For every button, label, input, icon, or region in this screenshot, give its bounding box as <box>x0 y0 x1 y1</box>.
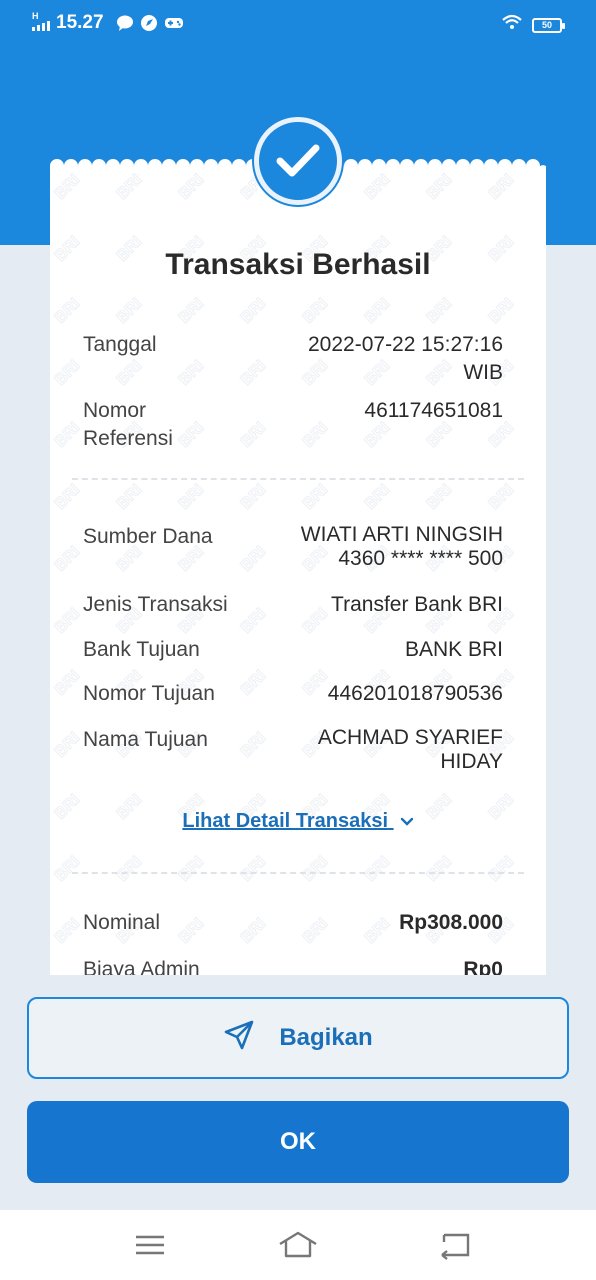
gamepad-icon <box>164 14 183 32</box>
nominal-value: Rp308.000 <box>399 911 503 934</box>
source-account: 4360 **** **** 500 <box>338 547 503 570</box>
share-label[interactable]: Bagikan <box>279 1024 372 1052</box>
status-time: 15.27 <box>56 12 104 33</box>
divider <box>72 872 524 874</box>
status-bar: H 15.27 50 <box>0 0 596 46</box>
reference-value: 461174651081 <box>364 399 503 422</box>
system-navigation-bar <box>0 1210 596 1280</box>
svg-text:BRI: BRI <box>52 729 84 761</box>
page-title: Transaksi Berhasil <box>165 248 431 281</box>
svg-text:BRI: BRI <box>52 481 84 513</box>
success-check-icon <box>254 117 342 205</box>
date-row: Tanggal 2022-07-22 15:27:16 WIB <box>83 331 503 387</box>
transaction-type-value: Transfer Bank BRI <box>331 593 503 616</box>
svg-text:BRI: BRI <box>300 481 332 513</box>
svg-text:BRI: BRI <box>114 295 146 327</box>
svg-text:BRI: BRI <box>424 171 456 203</box>
signal-icon: H <box>32 11 50 31</box>
svg-text:BRI: BRI <box>238 481 270 513</box>
svg-text:BRI: BRI <box>52 357 84 389</box>
svg-text:BRI: BRI <box>114 481 146 513</box>
chevron-down-icon[interactable] <box>400 810 414 833</box>
svg-text:BRI: BRI <box>52 543 84 575</box>
admin-fee-row: Biaya Admin Rp0 <box>83 956 503 975</box>
svg-text:BRI: BRI <box>176 853 208 885</box>
ok-label[interactable]: OK <box>280 1128 316 1156</box>
divider <box>72 478 524 480</box>
svg-text:BRI: BRI <box>176 295 208 327</box>
svg-text:BRI: BRI <box>424 481 456 513</box>
destination-name-line1: ACHMAD SYARIEF <box>317 726 503 749</box>
svg-text:BRI: BRI <box>176 481 208 513</box>
chat-bubble-icon <box>116 14 134 32</box>
svg-text:BRI: BRI <box>114 853 146 885</box>
svg-text:BRI: BRI <box>52 915 84 947</box>
svg-text:BRI: BRI <box>52 295 84 327</box>
svg-text:BRI: BRI <box>424 295 456 327</box>
home-icon[interactable] <box>278 1230 318 1260</box>
destination-number-value: 446201018790536 <box>327 682 503 705</box>
svg-text:BRI: BRI <box>300 295 332 327</box>
svg-text:BRI: BRI <box>114 171 146 203</box>
bank-value: BANK BRI <box>404 638 503 661</box>
view-detail-label[interactable]: Lihat Detail Transaksi <box>182 810 388 832</box>
bank-row: Bank Tujuan BANK BRI <box>83 636 503 664</box>
view-detail-link[interactable]: Lihat Detail Transaksi <box>50 810 546 833</box>
source-row: Sumber Dana WIATI ARTI NINGSIH 4360 ****… <box>83 523 503 573</box>
svg-text:BRI: BRI <box>238 853 270 885</box>
svg-text:BRI: BRI <box>362 171 394 203</box>
back-icon[interactable] <box>434 1230 474 1260</box>
svg-text:BRI: BRI <box>486 171 518 203</box>
send-icon[interactable] <box>223 1019 255 1058</box>
destination-name-row: Nama Tujuan ACHMAD SYARIEF HIDAY <box>83 726 503 776</box>
admin-fee-value: Rp0 <box>463 958 503 975</box>
battery-icon: 50 <box>532 17 565 33</box>
reference-row: Nomor Referensi 461174651081 <box>83 397 503 453</box>
share-button[interactable]: Bagikan <box>27 997 569 1079</box>
reference-label-line2: Referensi <box>83 427 173 450</box>
svg-text:BRI: BRI <box>176 171 208 203</box>
svg-text:BRI: BRI <box>52 171 84 203</box>
svg-text:BRI: BRI <box>362 481 394 513</box>
svg-text:BRI: BRI <box>52 853 84 885</box>
svg-text:BRI: BRI <box>238 295 270 327</box>
svg-text:BRI: BRI <box>486 481 518 513</box>
svg-text:BRI: BRI <box>362 295 394 327</box>
svg-text:BRI: BRI <box>486 853 518 885</box>
svg-text:BRI: BRI <box>486 295 518 327</box>
source-name: WIATI ARTI NINGSIH <box>300 523 503 546</box>
date-value: 2022-07-22 15:27:16 <box>308 333 503 356</box>
compass-app-icon <box>140 14 158 32</box>
menu-icon[interactable] <box>130 1230 170 1260</box>
svg-text:BRI: BRI <box>362 853 394 885</box>
svg-text:BRI: BRI <box>52 605 84 637</box>
wifi-icon <box>502 14 522 36</box>
svg-text:BRI: BRI <box>424 853 456 885</box>
svg-text:BRI: BRI <box>52 419 84 451</box>
destination-name-line2: HIDAY <box>440 750 503 773</box>
destination-number-row: Nomor Tujuan 446201018790536 <box>83 680 503 708</box>
svg-text:BRI: BRI <box>52 667 84 699</box>
svg-text:BRI: BRI <box>300 853 332 885</box>
transaction-type-row: Jenis Transaksi Transfer Bank BRI <box>83 591 503 619</box>
nominal-row: Nominal Rp308.000 <box>83 909 503 937</box>
ok-button[interactable]: OK <box>27 1101 569 1183</box>
date-timezone: WIB <box>463 361 503 384</box>
